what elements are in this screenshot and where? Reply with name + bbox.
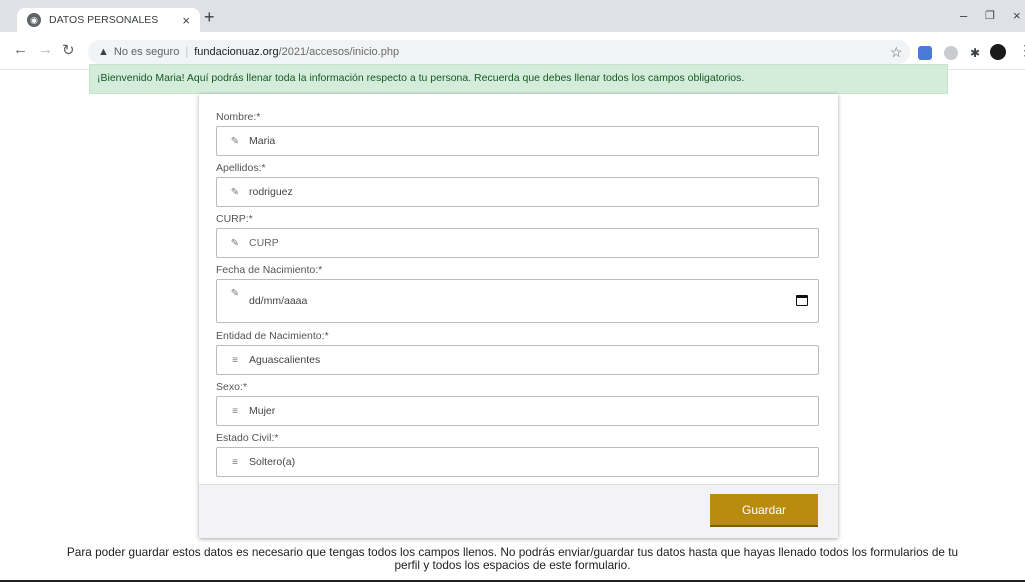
apellidos-field[interactable]: ✎ rodriguez: [216, 177, 819, 207]
curp-placeholder: CURP: [249, 237, 279, 249]
welcome-alert: ¡Bienvenido Maria! Aquí podrás llenar to…: [89, 64, 948, 94]
menu-kebab-icon[interactable]: ⋮: [1018, 42, 1025, 59]
personal-data-form: Nombre:* ✎ Maria Apellidos:* ✎ rodriguez…: [199, 94, 838, 538]
minimize-button[interactable]: –: [960, 8, 967, 23]
curp-field[interactable]: ✎ CURP: [216, 228, 819, 258]
puzzle-extensions-icon[interactable]: ✱: [968, 46, 982, 60]
list-icon: ≡: [232, 405, 238, 417]
save-button[interactable]: Guardar: [710, 494, 818, 527]
translate-extension-icon[interactable]: [918, 46, 932, 60]
page-bottom-border: [0, 580, 1025, 582]
browser-tab[interactable]: ◉ DATOS PERSONALES ×: [17, 8, 200, 32]
new-tab-button[interactable]: +: [204, 7, 215, 28]
fecha-label: Fecha de Nacimiento:*: [216, 264, 323, 276]
apellidos-label: Apellidos:*: [216, 162, 266, 174]
form-footer: Guardar: [199, 484, 838, 538]
fecha-placeholder: dd/mm/aaaa: [249, 295, 308, 307]
tab-title: DATOS PERSONALES: [49, 14, 159, 26]
pencil-icon: ✎: [230, 288, 240, 299]
sexo-label: Sexo:*: [216, 381, 247, 393]
calendar-icon[interactable]: [796, 295, 808, 306]
entidad-value: Aguascalientes: [249, 354, 321, 366]
nombre-value: Maria: [249, 135, 276, 147]
curp-label: CURP:*: [216, 213, 253, 225]
fecha-field[interactable]: ✎ dd/mm/aaaa: [216, 279, 819, 323]
extension-icon[interactable]: [944, 46, 958, 60]
not-secure-label: No es seguro: [113, 46, 180, 58]
sexo-value: Mujer: [249, 405, 276, 417]
list-icon: ≡: [232, 456, 238, 468]
url-path: /2021/accesos/inicio.php: [278, 46, 400, 58]
pencil-icon: ✎: [230, 237, 240, 249]
warning-icon: ▲: [98, 46, 109, 58]
sexo-select[interactable]: ≡ Mujer: [216, 396, 819, 426]
address-separator: |: [185, 46, 189, 58]
apellidos-value: rodriguez: [249, 186, 293, 198]
pencil-icon: ✎: [230, 186, 240, 198]
restore-button[interactable]: ❐: [985, 9, 995, 22]
profile-avatar[interactable]: [990, 44, 1006, 60]
globe-icon: ◉: [27, 13, 41, 27]
reload-icon[interactable]: ↻: [62, 41, 75, 59]
tab-strip: ◉ DATOS PERSONALES × + – ❐ ×: [0, 0, 1025, 32]
address-bar[interactable]: ▲ No es seguro | fundacionuaz.org /2021/…: [88, 40, 910, 64]
nombre-field[interactable]: ✎ Maria: [216, 126, 819, 156]
list-icon: ≡: [232, 354, 238, 366]
back-arrow-icon[interactable]: ←: [13, 41, 28, 58]
form-note: Para poder guardar estos datos es necesa…: [66, 545, 959, 572]
estado-civil-select[interactable]: ≡ Soltero(a): [216, 447, 819, 477]
forward-arrow-icon[interactable]: →: [38, 41, 53, 58]
window-close-button[interactable]: ×: [1013, 8, 1021, 23]
estado-civil-label: Estado Civil:*: [216, 432, 279, 444]
entidad-label: Entidad de Nacimiento:*: [216, 330, 329, 342]
entidad-select[interactable]: ≡ Aguascalientes: [216, 345, 819, 375]
bookmark-star-icon[interactable]: ☆: [890, 44, 903, 61]
url-host: fundacionuaz.org: [194, 46, 279, 58]
nombre-label: Nombre:*: [216, 111, 261, 123]
pencil-icon: ✎: [230, 135, 240, 147]
tab-close-icon[interactable]: ×: [182, 13, 190, 28]
estado-civil-value: Soltero(a): [249, 456, 296, 468]
